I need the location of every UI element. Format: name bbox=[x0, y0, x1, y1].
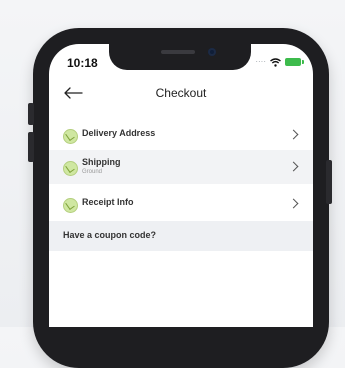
checkout-step-icon bbox=[63, 129, 78, 144]
checkout-step-icon bbox=[63, 161, 78, 176]
chevron-right-icon bbox=[288, 161, 299, 172]
status-time: 10:18 bbox=[67, 56, 98, 70]
phone-screen: 10:18 ···· Checkout Delivery Address Shi… bbox=[49, 44, 313, 327]
row-receipt-info[interactable]: Receipt Info bbox=[49, 187, 313, 221]
phone-notch bbox=[109, 44, 251, 70]
coupon-label: Have a coupon code? bbox=[63, 230, 157, 240]
phone-mute-switch bbox=[28, 103, 34, 125]
signal-dots-icon: ···· bbox=[255, 57, 266, 66]
row-label: Receipt Info bbox=[82, 197, 134, 207]
phone-volume-button bbox=[28, 132, 34, 162]
row-shipping[interactable]: Shipping Ground bbox=[49, 150, 313, 184]
chevron-right-icon bbox=[288, 129, 299, 140]
coupon-code-link[interactable]: Have a coupon code? bbox=[49, 221, 313, 251]
page-title: Checkout bbox=[155, 86, 207, 100]
row-label: Delivery Address bbox=[82, 128, 156, 138]
status-icons: ···· bbox=[255, 57, 304, 67]
speaker-grille bbox=[161, 50, 195, 54]
header: Checkout bbox=[49, 78, 313, 108]
row-delivery-address[interactable]: Delivery Address bbox=[49, 118, 313, 152]
battery-icon bbox=[285, 58, 304, 66]
row-label: Shipping bbox=[82, 157, 121, 167]
checkout-step-icon bbox=[63, 198, 78, 213]
front-camera-icon bbox=[208, 48, 216, 56]
row-sublabel: Ground bbox=[82, 169, 103, 175]
chevron-right-icon bbox=[288, 198, 299, 209]
phone-power-button bbox=[326, 160, 332, 204]
wifi-icon bbox=[270, 57, 281, 67]
